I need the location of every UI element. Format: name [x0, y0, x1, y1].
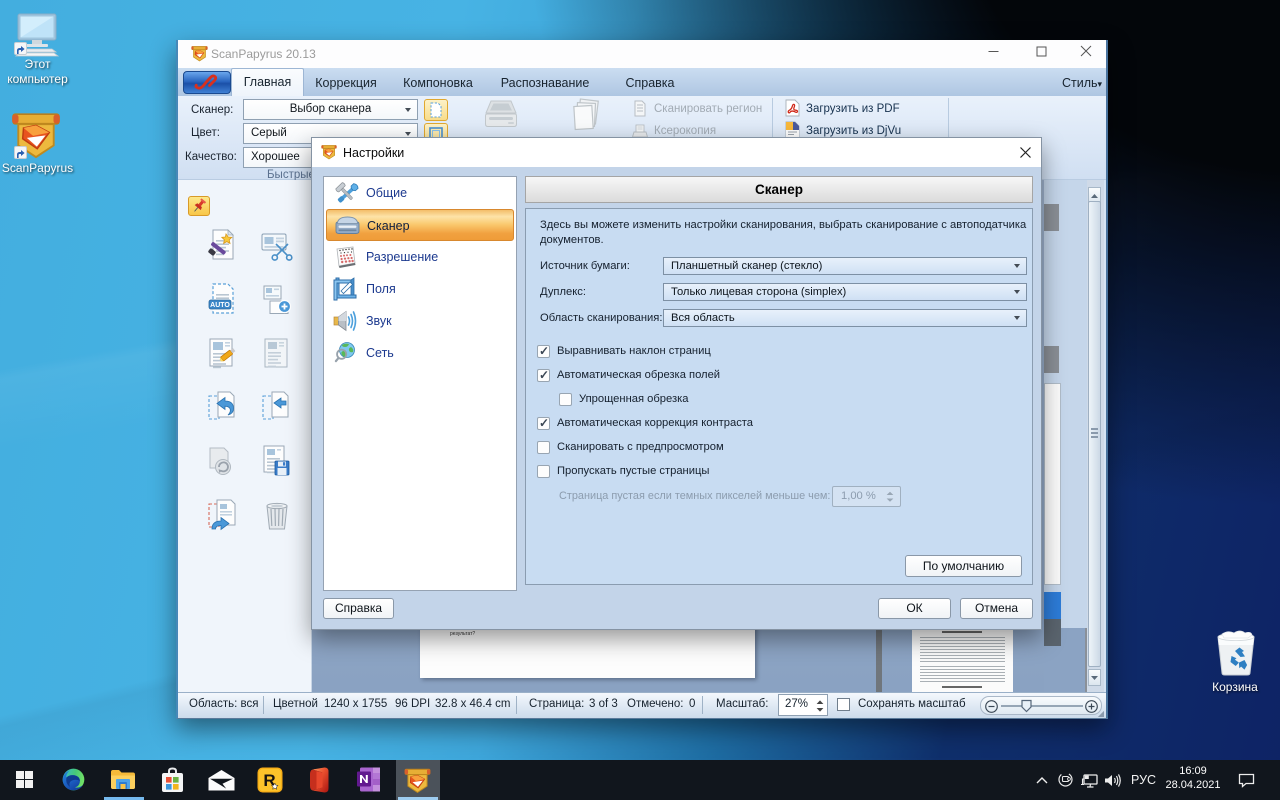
svg-text:AUTO: AUTO	[210, 302, 230, 309]
